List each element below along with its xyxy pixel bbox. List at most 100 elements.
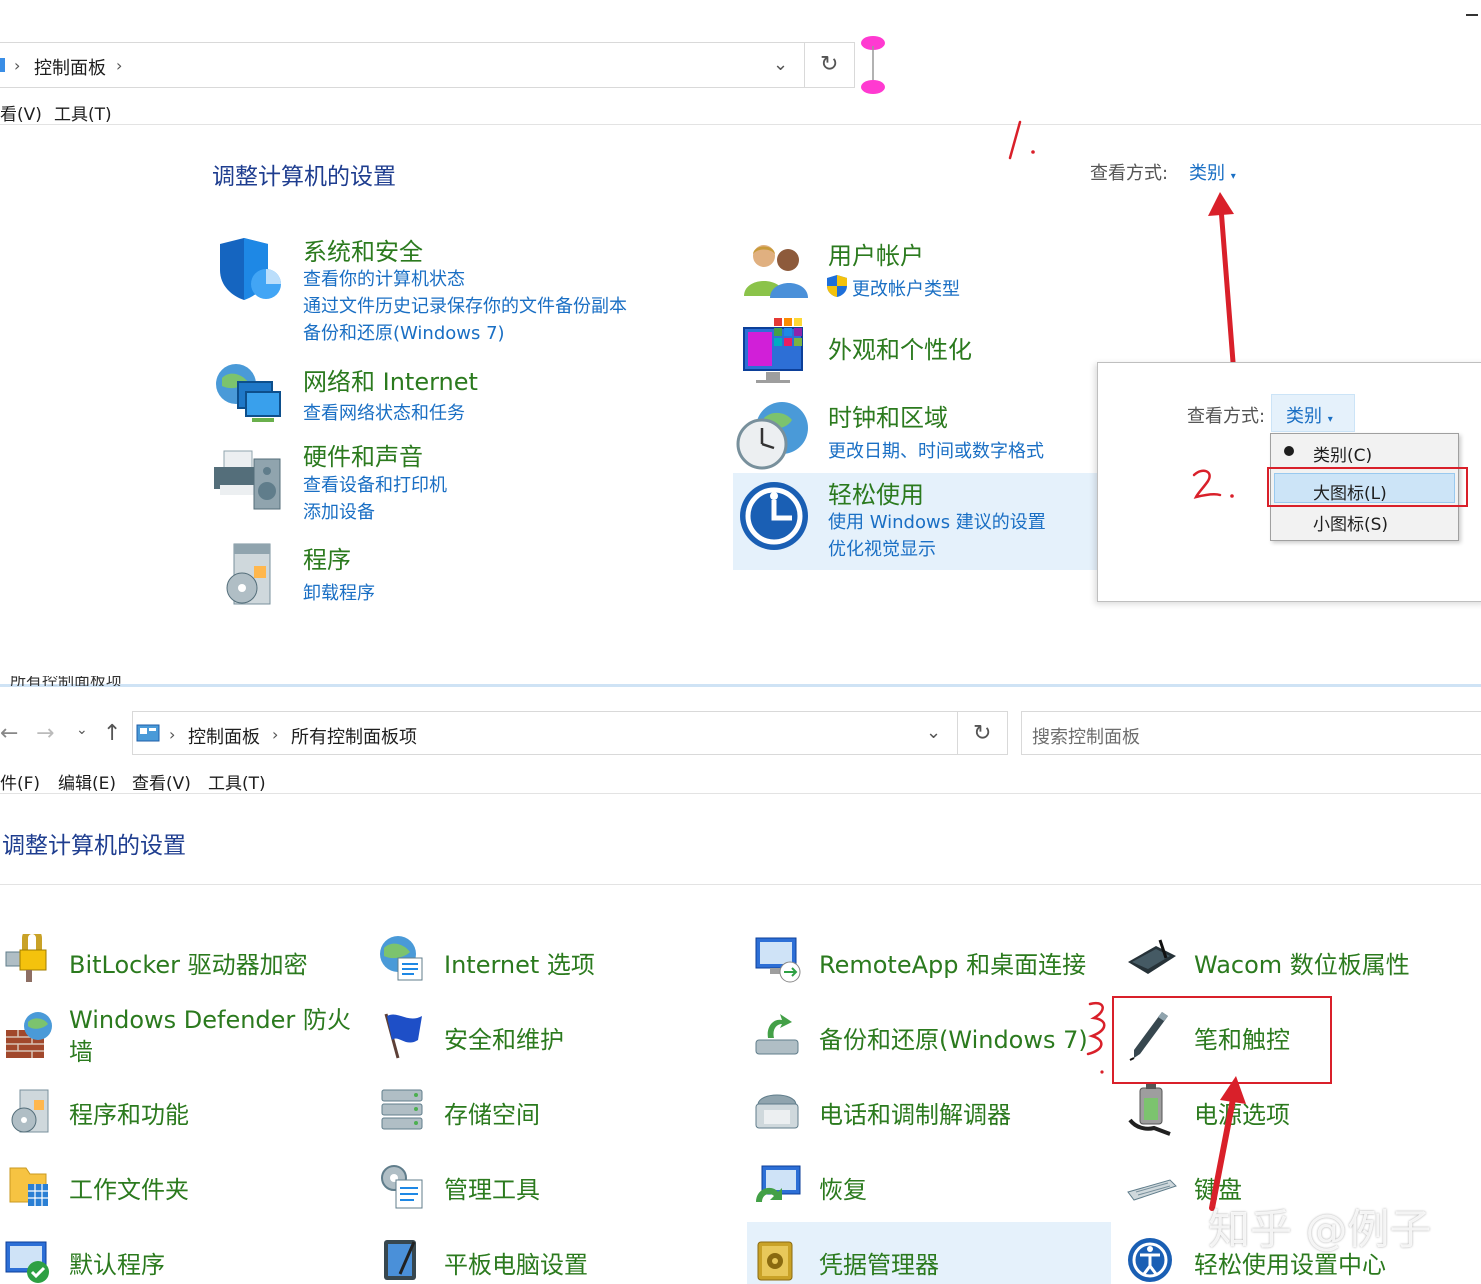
watermark: 知乎 @例子 [1208, 1205, 1432, 1254]
annotation-arrow-up [1208, 192, 1236, 365]
control-panel-icon [136, 724, 160, 742]
menu-item-small-icons[interactable]: 小图标(S) [1313, 510, 1388, 535]
internet-options-icon [380, 936, 423, 981]
firewall-icon [6, 1012, 52, 1058]
bottom-window-title-strip [0, 684, 1481, 687]
category-system-security[interactable]: 系统和安全 [303, 232, 423, 267]
menu-view[interactable]: 查看(V) [132, 769, 191, 794]
item-tablet-pc-settings[interactable]: 平板电脑设置 [444, 1245, 588, 1280]
link-uninstall-program[interactable]: 卸载程序 [303, 579, 375, 605]
item-credential-manager[interactable]: 凭据管理器 [819, 1245, 939, 1280]
folder-icon [0, 58, 5, 72]
breadcrumb-separator-icon[interactable]: › [116, 56, 122, 75]
link-devices-printers[interactable]: 查看设备和打印机 [303, 471, 447, 497]
category-programs[interactable]: 程序 [303, 540, 351, 575]
breadcrumb-control-panel[interactable]: 控制面板 [188, 723, 260, 749]
page-title: 调整计算机的设置 [212, 164, 396, 190]
search-placeholder: 搜索控制面板 [1032, 727, 1140, 748]
link-change-account-type[interactable]: 更改帐户类型 [852, 275, 960, 301]
annotation-highlight-large-icons [1267, 467, 1468, 507]
popup-view-by-value[interactable]: 类别 ▾ [1286, 402, 1333, 428]
user-accounts-icon [744, 245, 808, 298]
power-options-icon [1128, 1084, 1171, 1136]
item-recovery[interactable]: 恢复 [819, 1170, 867, 1205]
uac-shield-icon [827, 275, 847, 297]
clock-globe-icon [736, 402, 808, 470]
radio-dot-icon [1284, 446, 1294, 456]
annotation-step-2 [1192, 469, 1234, 499]
menu-tools[interactable]: 工具(T) [208, 769, 266, 794]
breadcrumb-separator-icon: › [169, 725, 176, 744]
breadcrumb-all-items[interactable]: 所有控制面板项 [291, 723, 417, 749]
annotation-arrow-up-pen [1209, 1076, 1246, 1211]
view-by-dropdown[interactable]: 类别 ▾ [1189, 159, 1236, 185]
breadcrumb-separator-icon[interactable]: › [272, 725, 278, 744]
link-optimize-visual[interactable]: 优化视觉显示 [828, 535, 936, 561]
security-maintenance-flag-icon [384, 1013, 422, 1059]
back-arrow-icon[interactable]: ← [0, 721, 18, 746]
item-windows-defender-firewall[interactable]: Windows Defender 防火墙 [69, 1004, 359, 1068]
category-hardware-sound[interactable]: 硬件和声音 [303, 437, 423, 472]
admin-tools-icon [381, 1165, 423, 1209]
programs-icon [226, 543, 271, 605]
item-default-programs[interactable]: 默认程序 [69, 1245, 165, 1280]
link-recommended-settings[interactable]: 使用 Windows 建议的设置 [828, 508, 1046, 534]
category-user-accounts[interactable]: 用户帐户 [828, 236, 924, 271]
breadcrumb-separator-icon: › [14, 56, 21, 75]
category-appearance[interactable]: 外观和个性化 [828, 330, 972, 365]
ease-of-access-icon [740, 482, 808, 550]
dropdown-arrow-icon: ▾ [1327, 414, 1333, 425]
popup-view-by-label: 查看方式: [1187, 406, 1266, 427]
heading-divider [0, 884, 1481, 885]
category-ease-of-access[interactable]: 轻松使用 [828, 475, 924, 510]
up-arrow-icon[interactable]: ↑ [103, 721, 121, 746]
item-security-maintenance[interactable]: 安全和维护 [444, 1020, 564, 1055]
refresh-icon[interactable]: ↻ [820, 52, 838, 77]
remoteapp-icon [755, 937, 801, 983]
item-work-folders[interactable]: 工作文件夹 [69, 1170, 189, 1205]
link-file-history-backup[interactable]: 通过文件历史记录保存你的文件备份副本 [303, 292, 627, 318]
item-administrative-tools[interactable]: 管理工具 [444, 1170, 540, 1205]
bottom-window-title: 所有控制面板项 [10, 676, 123, 686]
link-check-computer-status[interactable]: 查看你的计算机状态 [303, 265, 465, 291]
backup-restore-icon [755, 1014, 799, 1055]
category-clock-region[interactable]: 时钟和区域 [828, 398, 948, 433]
item-internet-options[interactable]: Internet 选项 [444, 945, 595, 980]
forward-arrow-icon[interactable]: → [36, 721, 54, 746]
storage-spaces-icon [381, 1089, 423, 1130]
menu-file[interactable]: 件(F) [0, 769, 40, 794]
refresh-icon[interactable]: ↻ [973, 721, 991, 746]
bottom-page-title: 调整计算机的设置 [2, 833, 186, 859]
link-change-date-time-format[interactable]: 更改日期、时间或数字格式 [828, 437, 1044, 463]
link-add-device[interactable]: 添加设备 [303, 498, 375, 524]
recent-locations-icon[interactable]: ⌄ [76, 722, 88, 738]
chevron-down-icon[interactable]: ⌄ [773, 54, 788, 75]
printer-speaker-icon [214, 450, 281, 510]
item-wacom-tablet-properties[interactable]: Wacom 数位板属性 [1194, 945, 1410, 980]
item-bitlocker[interactable]: BitLocker 驱动器加密 [69, 945, 308, 980]
credential-manager-icon [757, 1241, 793, 1281]
category-network-internet[interactable]: 网络和 Internet [303, 362, 478, 397]
menu-divider [0, 124, 1481, 125]
breadcrumb-control-panel[interactable]: 控制面板 [34, 54, 106, 80]
menu-tools[interactable]: 工具(T) [54, 100, 112, 125]
item-storage-spaces[interactable]: 存储空间 [444, 1095, 540, 1130]
item-remoteapp[interactable]: RemoteApp 和桌面连接 [819, 945, 1086, 980]
item-backup-restore-win7[interactable]: 备份和还原(Windows 7) [819, 1020, 1088, 1055]
text-cursor-marker [861, 36, 885, 94]
recovery-icon [756, 1165, 801, 1202]
menu-item-category[interactable]: 类别(C) [1313, 441, 1372, 466]
link-network-status[interactable]: 查看网络状态和任务 [303, 399, 465, 425]
chevron-down-icon[interactable]: ⌄ [926, 722, 941, 743]
menu-view[interactable]: 看(V) [0, 100, 42, 125]
annotation-highlight-pen-touch [1112, 996, 1332, 1084]
appearance-icon [743, 318, 803, 383]
link-backup-restore-win7[interactable]: 备份和还原(Windows 7) [303, 319, 505, 345]
network-icon [216, 364, 281, 422]
view-by-label: 查看方式: [1090, 163, 1169, 184]
item-programs-features[interactable]: 程序和功能 [69, 1095, 189, 1130]
menu-edit[interactable]: 编辑(E) [58, 769, 116, 794]
window-minimize-hint[interactable] [1466, 14, 1478, 16]
item-phone-modem[interactable]: 电话和调制解调器 [819, 1095, 1011, 1130]
annotation-scribble [1086, 1001, 1106, 1074]
